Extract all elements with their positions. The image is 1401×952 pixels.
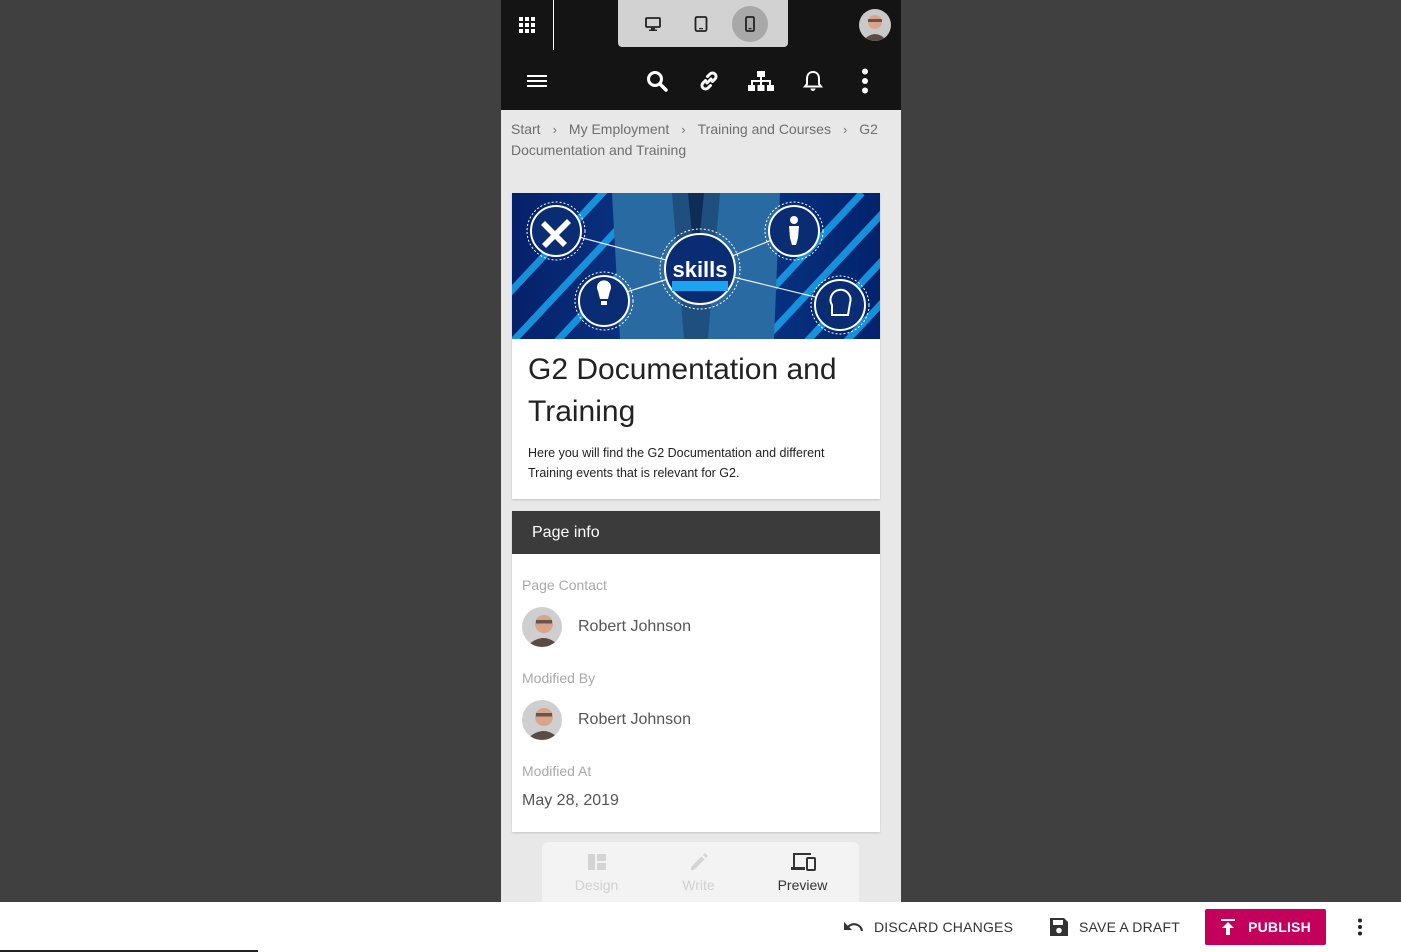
modified-at-value: May 28, 2019 (522, 792, 619, 809)
chevron-right-icon: › (552, 122, 557, 137)
page-contact-name: Robert Johnson (578, 618, 691, 635)
bell-icon (802, 70, 824, 91)
menu-icon (527, 75, 547, 87)
page-contact-label: Page Contact (522, 577, 607, 593)
tab-write[interactable]: Write (646, 842, 751, 902)
breadcrumb-item-training-and-courses[interactable]: Training and Courses (698, 121, 831, 137)
tab-design-label: Design (574, 877, 619, 893)
tab-preview-label: Preview (777, 877, 828, 893)
tablet-icon (694, 16, 708, 32)
desktop-icon (645, 17, 661, 31)
hero-image: skills (512, 193, 880, 339)
modified-by-label: Modified By (522, 670, 596, 686)
page-info-card: Page info Page Contact Robert Johnson Mo… (512, 511, 880, 832)
phone-view-button[interactable] (732, 6, 768, 42)
more-vertical-icon (862, 68, 868, 94)
modified-by-person[interactable]: Robert Johnson (522, 700, 691, 740)
modified-by-name: Robert Johnson (578, 711, 691, 728)
link-icon (700, 71, 718, 91)
upload-icon (1221, 919, 1236, 935)
footer-more-button[interactable] (1348, 915, 1372, 939)
tab-preview[interactable]: Preview (750, 842, 855, 902)
chevron-right-icon: › (842, 122, 848, 137)
devices-icon (790, 853, 816, 871)
search-button[interactable] (644, 68, 670, 94)
breadcrumb: Start › My Employment › Training and Courses… (511, 119, 891, 161)
search-icon (647, 71, 668, 92)
page-description: Here you will find the G2 Documentation … (528, 446, 825, 480)
mobile-preview-frame: Start › My Employment › Training and Courses… (501, 0, 901, 902)
apps-button[interactable] (501, 0, 553, 50)
page-info-header: Page info (512, 511, 880, 554)
publish-button[interactable]: PUBLISH (1205, 909, 1326, 945)
pencil-icon (690, 853, 708, 870)
sitemap-button[interactable] (748, 68, 774, 94)
tab-write-label: Write (682, 877, 715, 893)
page-title: G2 Documentation and Training (528, 353, 837, 428)
desktop-view-button[interactable] (635, 6, 671, 42)
top-bar (501, 0, 901, 50)
menu-button[interactable] (524, 68, 550, 94)
chevron-right-icon: › (681, 122, 686, 137)
hero-image-text: skills (672, 257, 727, 282)
discard-changes-label: DISCARD CHANGES (874, 919, 1014, 935)
page-contact-person[interactable]: Robert Johnson (522, 607, 691, 647)
hero-card: skills G2 Documentation and Training Her… (512, 193, 880, 499)
more-options-button[interactable] (852, 68, 878, 94)
phone-icon (745, 16, 755, 32)
sitemap-icon (748, 71, 774, 91)
apps-grid-icon (519, 17, 535, 33)
save-draft-label: SAVE A DRAFT (1079, 919, 1180, 935)
nav-bar (501, 50, 901, 110)
avatar (522, 700, 562, 740)
user-avatar[interactable] (859, 9, 891, 41)
notifications-button[interactable] (800, 68, 826, 94)
mode-tabs: Design Write Preview (542, 842, 859, 902)
undo-icon (844, 922, 864, 932)
action-footer: DISCARD CHANGES SAVE A DRAFT PUBLISH (0, 902, 1401, 952)
tab-design[interactable]: Design (544, 842, 649, 902)
more-vertical-icon (1358, 918, 1362, 936)
dashboard-icon (587, 854, 606, 870)
save-draft-button[interactable]: SAVE A DRAFT (1049, 909, 1180, 945)
breadcrumb-item-my-employment[interactable]: My Employment (569, 121, 669, 137)
modified-at-label: Modified At (522, 763, 592, 779)
link-button[interactable] (696, 68, 722, 94)
save-icon (1050, 918, 1068, 936)
discard-changes-button[interactable]: DISCARD CHANGES (843, 909, 1013, 945)
avatar (522, 607, 562, 647)
device-switcher (618, 0, 788, 47)
publish-label: PUBLISH (1248, 919, 1311, 935)
breadcrumb-item-start[interactable]: Start (511, 121, 541, 137)
divider (553, 0, 554, 50)
tablet-view-button[interactable] (683, 6, 719, 42)
